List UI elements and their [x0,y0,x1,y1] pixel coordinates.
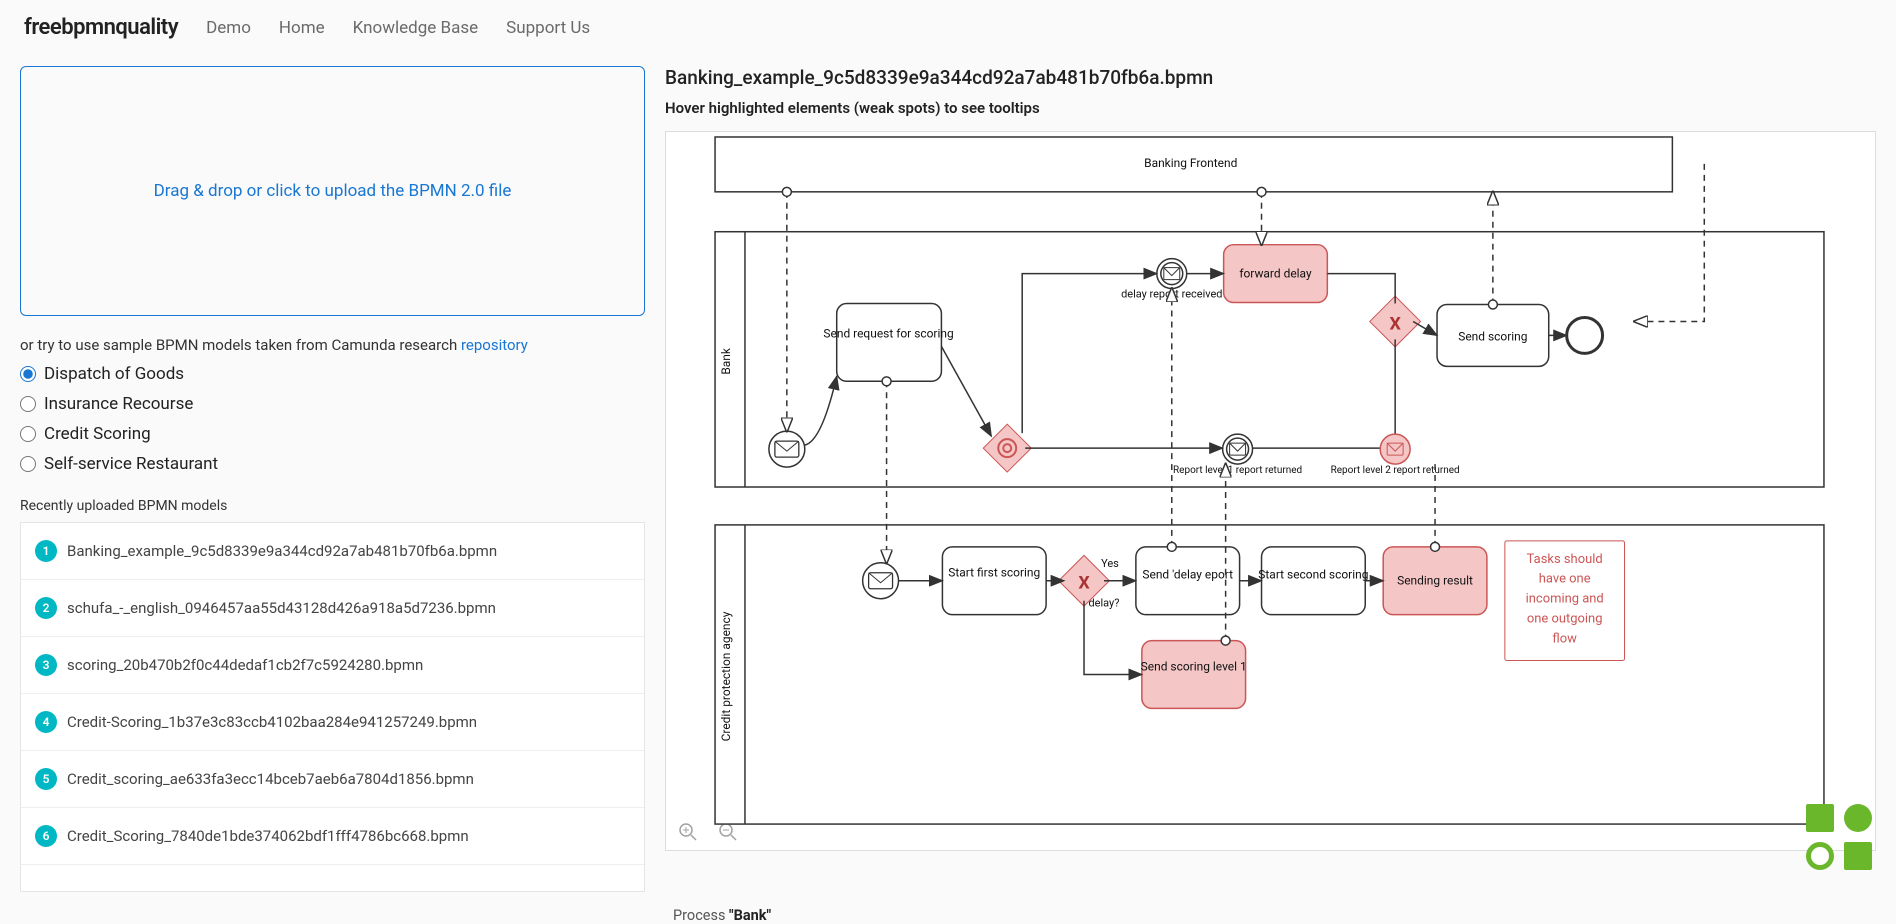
radio-dispatch-of-goods[interactable]: Dispatch of Goods [20,364,645,384]
end-event-bank [1567,317,1603,353]
svg-text:forward delay: forward delay [1239,267,1312,281]
item-badge: 3 [35,654,57,676]
svg-text:Send 'delay eport: Send 'delay eport [1142,568,1233,582]
process-summary: Process "Bank" [673,907,771,924]
upload-dropzone[interactable]: Drag & drop or click to upload the BPMN … [20,66,645,316]
svg-text:Send scoring: Send scoring [1458,329,1527,343]
radio-restaurant-input[interactable] [20,456,36,472]
item-badge: 1 [35,540,57,562]
recent-uploads-label: Recently uploaded BPMN models [20,498,645,514]
pool-frontend-label: Banking Frontend [1144,156,1237,170]
sample-models-label: or try to use sample BPMN models taken f… [20,336,645,354]
item-name: schufa_-_english_0946457aa55d43128d426a9… [67,599,496,617]
radio-credit-input[interactable] [20,426,36,442]
svg-text:X: X [1389,313,1401,334]
item-badge: 5 [35,768,57,790]
zoom-out-button[interactable] [718,822,738,842]
hover-hint: Hover highlighted elements (weak spots) … [665,99,1876,117]
brand-title: freebpmnquality [24,15,178,40]
repository-link[interactable]: repository [461,336,528,354]
svg-text:flow: flow [1552,632,1577,647]
list-item[interactable]: 5 Credit_scoring_ae633fa3ecc14bceb7aeb6a7… [21,751,644,808]
svg-text:Tasks should: Tasks should [1527,552,1603,567]
radio-credit-scoring[interactable]: Credit Scoring [20,424,645,444]
svg-text:X: X [1078,573,1090,594]
item-badge: 2 [35,597,57,619]
item-name: Credit_scoring_ae633fa3ecc14bceb7aeb6a78… [67,770,474,788]
item-name: scoring_20b470b2f0c44dedaf1cb2f7c5924280… [67,656,423,674]
nav-demo[interactable]: Demo [206,18,251,38]
nav-home[interactable]: Home [279,18,325,38]
item-name: Credit_Scoring_7840de1bde374062bdf1fff47… [67,827,469,845]
nav-knowledge-base[interactable]: Knowledge Base [353,18,478,38]
dropzone-label: Drag & drop or click to upload the BPMN … [154,181,512,201]
task-start-first-scoring [942,547,1046,615]
svg-text:one outgoing: one outgoing [1527,612,1603,627]
svg-text:Yes: Yes [1101,557,1119,570]
item-badge: 4 [35,711,57,733]
svg-text:Send scoring level 1: Send scoring level 1 [1141,659,1247,673]
radio-insurance-recourse[interactable]: Insurance Recourse [20,394,645,414]
svg-text:have one: have one [1539,572,1591,587]
bpmn-diagram: Banking Frontend Bank Credit protection … [666,132,1875,850]
svg-text:Report level 2 report returned: Report level 2 report returned [1331,465,1460,476]
pool-agency-label: Credit protection agency [719,611,733,741]
svg-text:Send request for scoring: Send request for scoring [823,326,953,340]
radio-dispatch-input[interactable] [20,366,36,382]
item-name: Credit-Scoring_1b37e3c83ccb4102baa284e94… [67,713,477,731]
zoom-in-button[interactable] [678,822,698,842]
task-send-scoring-level1[interactable] [1142,641,1246,709]
svg-text:Start second scoring: Start second scoring [1258,568,1368,582]
svg-text:Start first scoring: Start first scoring [948,566,1040,580]
svg-text:incoming and: incoming and [1526,592,1604,607]
list-item[interactable]: 4 Credit-Scoring_1b37e3c83ccb4102baa284e9… [21,694,644,751]
puzzle-icon[interactable] [1806,804,1872,870]
radio-insurance-input[interactable] [20,396,36,412]
bpmn-canvas[interactable]: Banking Frontend Bank Credit protection … [665,131,1876,851]
pool-bank-label: Bank [719,347,733,375]
list-item[interactable]: 1 Banking_example_9c5d8339e9a344cd92a7ab4… [21,523,644,580]
recent-uploads-list[interactable]: 1 Banking_example_9c5d8339e9a344cd92a7ab4… [20,522,645,892]
list-item[interactable]: 2 schufa_-_english_0946457aa55d43128d426a… [21,580,644,637]
open-file-name: Banking_example_9c5d8339e9a344cd92a7ab48… [665,66,1876,89]
list-item[interactable]: 6 Credit_Scoring_7840de1bde374062bdf1fff4… [21,808,644,865]
item-name: Banking_example_9c5d8339e9a344cd92a7ab48… [67,542,497,560]
task-send-request [837,304,942,382]
item-badge: 6 [35,825,57,847]
svg-text:delay?: delay? [1089,597,1120,610]
svg-text:Report level 1 report returned: Report level 1 report returned [1173,465,1302,476]
svg-text:Sending result: Sending result [1397,574,1473,588]
radio-self-service-restaurant[interactable]: Self-service Restaurant [20,454,645,474]
list-item[interactable]: 3 scoring_20b470b2f0c44dedaf1cb2f7c592428… [21,637,644,694]
nav-support-us[interactable]: Support Us [506,18,590,38]
